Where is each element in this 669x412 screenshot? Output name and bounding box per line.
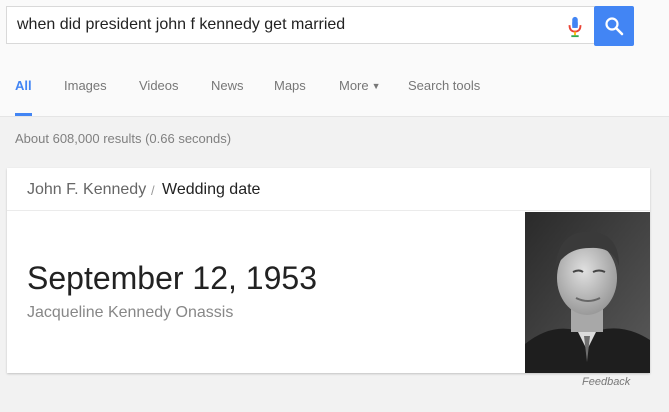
tab-maps-label: Maps <box>274 78 306 93</box>
tab-videos[interactable]: Videos <box>139 78 179 116</box>
tab-images[interactable]: Images <box>64 78 107 116</box>
portrait-photo[interactable] <box>525 212 650 373</box>
feedback-link[interactable]: Feedback <box>582 376 630 388</box>
caret-down-icon: ▼ <box>371 81 381 91</box>
header: when did president john f kennedy get ma… <box>0 0 669 116</box>
search-input[interactable]: when did president john f kennedy get ma… <box>6 6 632 44</box>
tab-all[interactable]: All <box>15 78 32 116</box>
tab-search-tools[interactable]: Search tools <box>408 78 480 116</box>
tab-more-label: More <box>339 78 369 93</box>
tab-news-label: News <box>211 78 244 93</box>
search-button[interactable] <box>594 6 634 46</box>
breadcrumb-attribute: Wedding date <box>162 181 261 198</box>
tab-maps[interactable]: Maps <box>274 78 306 116</box>
breadcrumb-entity[interactable]: John F. Kennedy <box>27 181 146 199</box>
answer-value: September 12, 1953 <box>27 260 317 296</box>
search-tabs: All Images Videos News Maps More ▼ Search… <box>0 78 669 116</box>
answer-subtitle[interactable]: Jacqueline Kennedy Onassis <box>27 304 233 322</box>
breadcrumb-separator: / <box>151 183 155 198</box>
tab-all-label: All <box>15 78 32 93</box>
search-query-text[interactable]: when did president john f kennedy get ma… <box>17 16 345 34</box>
tab-news[interactable]: News <box>211 78 244 116</box>
tab-more[interactable]: More ▼ <box>339 78 381 116</box>
search-icon <box>605 17 624 36</box>
tab-images-label: Images <box>64 78 107 93</box>
microphone-icon[interactable] <box>567 16 583 38</box>
answer-card: John F. Kennedy / Wedding date September… <box>7 168 650 373</box>
answer-card-breadcrumb: John F. Kennedy / Wedding date <box>7 168 650 211</box>
header-divider <box>0 116 669 117</box>
tab-search-tools-label: Search tools <box>408 78 481 93</box>
tab-videos-label: Videos <box>139 78 179 93</box>
results-stats: About 608,000 results (0.66 seconds) <box>15 131 232 146</box>
